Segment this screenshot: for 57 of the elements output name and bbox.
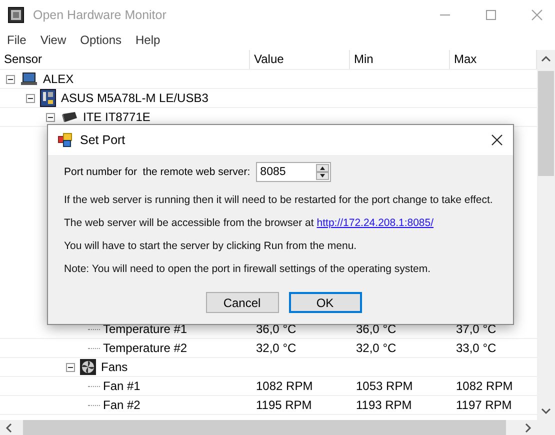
scroll-down-icon[interactable] [541, 407, 551, 415]
sensor-value: 36,0 °C [255, 322, 298, 336]
scroll-right-icon[interactable] [524, 422, 532, 432]
sensor-value: 1195 RPM [255, 398, 313, 412]
collapse-toggle-icon[interactable] [66, 362, 75, 372]
scrollbar-thumb[interactable] [538, 71, 554, 176]
scroll-up-icon[interactable] [541, 55, 551, 63]
sensor-value: 1082 RPM [255, 379, 314, 393]
maximize-icon[interactable] [485, 9, 497, 21]
column-header[interactable]: Min [350, 50, 450, 69]
info-text: If the web server is running then it will need to be restarted for the port change to take effect. [64, 194, 494, 207]
ok-button[interactable]: OK [288, 292, 362, 313]
sensor-min: 36,0 °C [355, 322, 398, 336]
hardware-node[interactable]: ALEX [43, 72, 74, 86]
menu-item[interactable]: File [7, 33, 26, 47]
menu-item[interactable]: Options [80, 33, 122, 47]
hardware-node[interactable]: Fans [101, 360, 128, 374]
sensor-name: Fan #1 [103, 379, 140, 393]
dialog-icon [58, 133, 72, 147]
laptop-icon [20, 71, 38, 87]
column-header[interactable]: Sensor [0, 50, 250, 69]
sensor-max: 33,0 °C [455, 341, 498, 355]
port-label: Port number for the remote web server: [64, 166, 250, 178]
dialog-title: Set Port [80, 133, 126, 147]
fan-icon [80, 359, 96, 375]
info-text: The web server will be accessible from the browser at http://172.24.208.1:8085/ [64, 217, 435, 230]
sensor-name: Temperature #2 [103, 341, 188, 355]
sensor-max: 1197 RPM [455, 398, 513, 412]
server-link[interactable]: http://172.24.208.1:8085/ [316, 217, 434, 229]
sensor-max: 1082 RPM [455, 379, 514, 393]
window-title: Open Hardware Monitor [33, 8, 166, 22]
column-header[interactable]: Value [250, 50, 350, 69]
tree-line [88, 328, 100, 330]
collapse-toggle-icon[interactable] [26, 94, 35, 102]
sensor-name: Fan #2 [103, 398, 140, 412]
sensor-min: 1193 RPM [355, 398, 413, 412]
close-icon[interactable] [491, 134, 503, 146]
sensor-value: 32,0 °C [255, 341, 298, 355]
chip-icon [60, 111, 78, 123]
vertical-scrollbar[interactable] [537, 50, 555, 435]
motherboard-icon [40, 89, 56, 107]
app-icon [8, 7, 24, 23]
menu-item[interactable]: View [40, 33, 66, 47]
info-text: Note: You will need to open the port in firewall settings of the operating system. [64, 263, 432, 276]
cancel-button[interactable]: Cancel [206, 292, 278, 313]
sensor-max: 37,0 °C [455, 322, 498, 336]
tree-line [88, 404, 100, 406]
menu-item[interactable]: Help [136, 33, 160, 47]
hardware-node[interactable]: ITE IT8771E [83, 110, 150, 124]
scroll-left-icon[interactable] [5, 422, 13, 432]
collapse-toggle-icon[interactable] [6, 74, 15, 84]
sensor-name: Temperature #1 [103, 322, 188, 336]
hardware-node[interactable]: ASUS M5A78L-M LE/USB3 [61, 91, 208, 105]
sensor-min: 1053 RPM [355, 379, 414, 393]
sensor-min: 32,0 °C [355, 341, 398, 355]
collapse-toggle-icon[interactable] [46, 112, 55, 122]
info-text: You will have to start the server by clicking Run from the menu. [64, 240, 358, 253]
